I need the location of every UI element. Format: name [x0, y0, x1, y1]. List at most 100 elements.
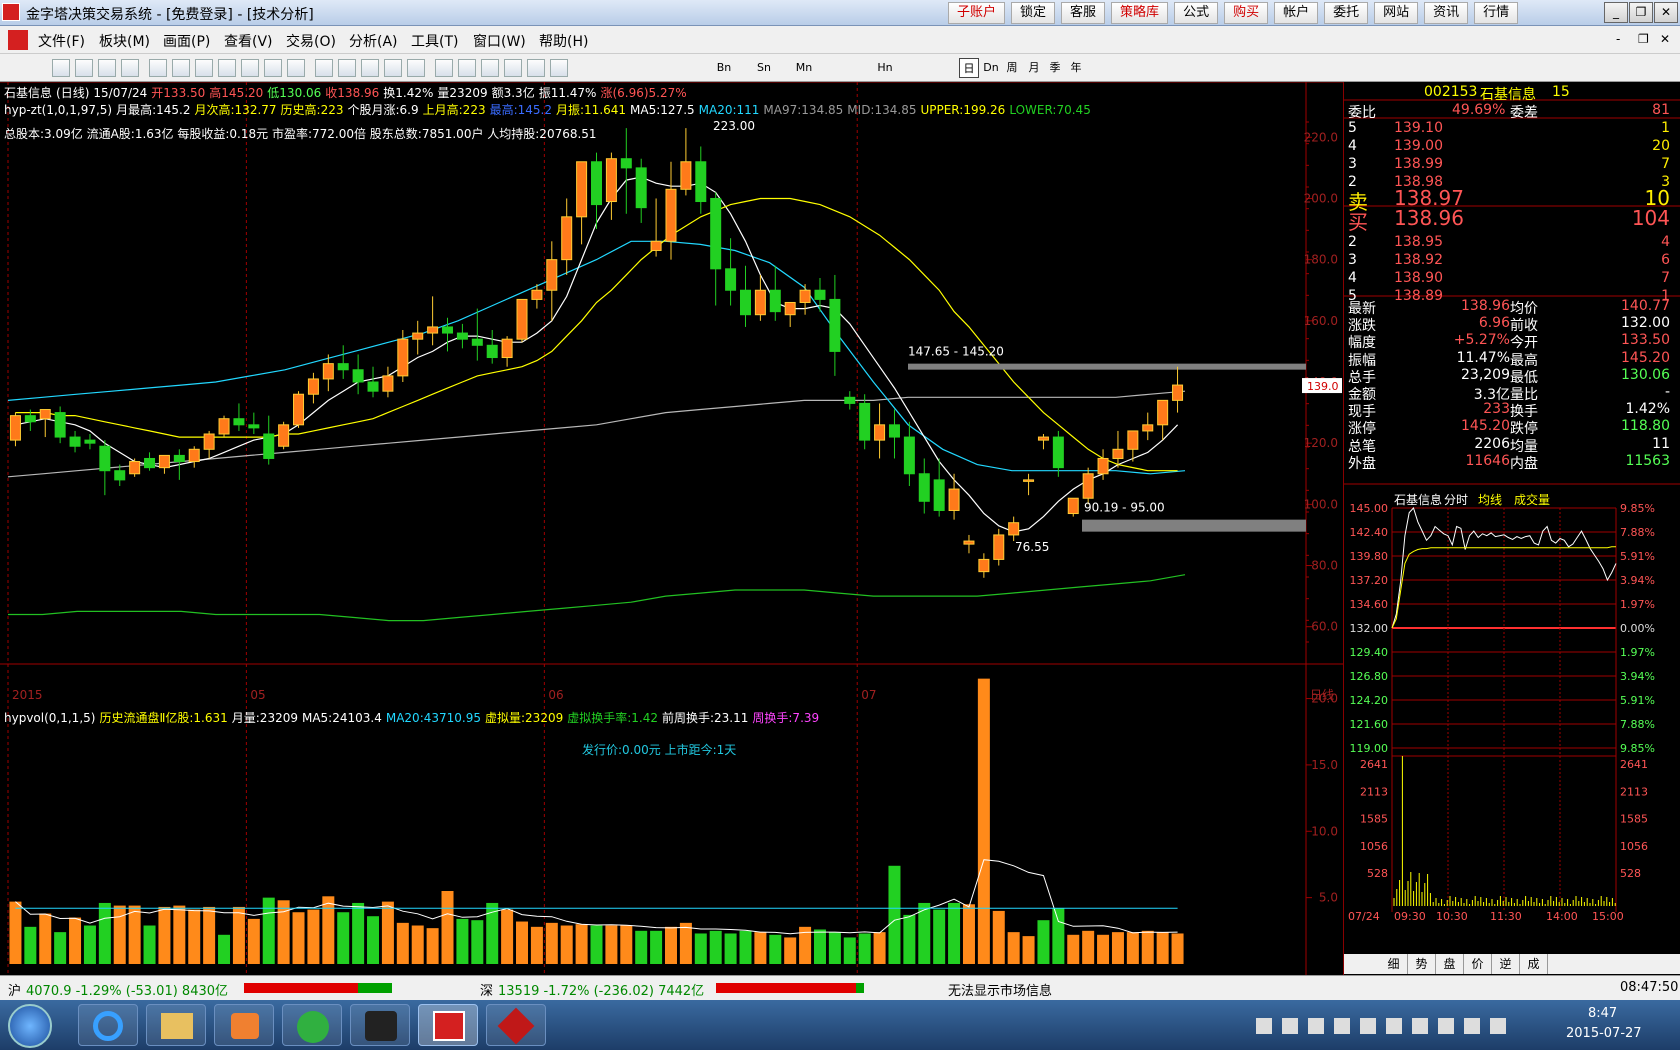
toolbar-tool-icon[interactable]: [195, 59, 213, 77]
toolbar-tool-icon[interactable]: [98, 59, 116, 77]
quote-tab-3[interactable]: 价: [1464, 954, 1492, 974]
top-button-0[interactable]: 子账户: [948, 2, 1006, 24]
sz-index-name: 深: [480, 984, 494, 999]
ask-volume: 1: [1661, 120, 1670, 136]
top-button-8[interactable]: 网站: [1374, 2, 1419, 24]
period-9[interactable]: 年: [1066, 58, 1086, 78]
tray-icon[interactable]: [1334, 1018, 1350, 1034]
taskbar-pyramid-app-icon[interactable]: [418, 1004, 478, 1046]
close-icon[interactable]: ✕: [1654, 2, 1678, 23]
intraday-price-tick: 132.00: [1350, 622, 1389, 635]
toolbar-tool-icon[interactable]: [52, 59, 70, 77]
taskbar-media-icon[interactable]: [214, 1004, 274, 1046]
toolbar-tool-icon[interactable]: [458, 59, 476, 77]
tray-icon[interactable]: [1308, 1018, 1324, 1034]
chart-area[interactable]: 60.080.0100.0120.0140.0160.0180.0200.022…: [0, 82, 1344, 975]
restore-icon[interactable]: ❐: [1629, 2, 1653, 23]
toolbar-tool-icon[interactable]: [264, 59, 282, 77]
menu-item-2[interactable]: 画面(P): [163, 31, 210, 51]
period-5[interactable]: Dn: [981, 58, 1001, 78]
top-button-3[interactable]: 策略库: [1111, 2, 1169, 24]
bid-level: 2: [1348, 234, 1357, 250]
quote-tab-2[interactable]: 盘: [1436, 954, 1464, 974]
tray-icon[interactable]: [1464, 1018, 1480, 1034]
tray-icon[interactable]: [1386, 1018, 1402, 1034]
start-button-icon[interactable]: [8, 1004, 52, 1048]
tray-icon[interactable]: [1360, 1018, 1376, 1034]
toolbar-tool-icon[interactable]: [550, 59, 568, 77]
toolbar-tool-icon[interactable]: [384, 59, 402, 77]
menu-item-5[interactable]: 分析(A): [349, 31, 398, 51]
period-7[interactable]: 月: [1024, 58, 1044, 78]
period-0[interactable]: Bn: [714, 58, 734, 78]
period-6[interactable]: 周: [1002, 58, 1022, 78]
top-button-7[interactable]: 委托: [1324, 2, 1369, 24]
toolbar-tool-icon[interactable]: [504, 59, 522, 77]
quote-tab-4[interactable]: 逆: [1492, 954, 1520, 974]
quote-tab-0[interactable]: 细: [1380, 954, 1408, 974]
period-2[interactable]: Mn: [794, 58, 814, 78]
candle-body: [456, 332, 468, 340]
candlestick-chart[interactable]: 60.080.0100.0120.0140.0160.0180.0200.022…: [0, 82, 1343, 975]
intraday-chart[interactable]: 145.00 9.85% 142.40 7.88% 139.80 5.91% 137.20 3…: [1344, 492, 1680, 922]
toolbar: Bn Sn Mn Hn 日 Dn 周月季年: [0, 54, 1680, 82]
toolbar-tool-icon[interactable]: [75, 59, 93, 77]
toolbar-tool-icon[interactable]: [149, 59, 167, 77]
minimize-icon[interactable]: _: [1604, 2, 1628, 23]
mdi-minimize-icon[interactable]: -: [1616, 32, 1620, 46]
menu-bar: - ❐ ✕ 文件(F) 板块(M) 画面(P) 查看(V) 交易(O) 分析(A) 工具(T…: [0, 26, 1680, 54]
period-1[interactable]: Sn: [754, 58, 774, 78]
taskbar-app-red-icon[interactable]: [486, 1004, 546, 1046]
menu-item-4[interactable]: 交易(O): [286, 31, 336, 51]
taskbar-kt-icon[interactable]: [350, 1004, 410, 1046]
sh-index-name: 沪: [8, 984, 22, 999]
peak-label: 223.00: [713, 119, 755, 133]
mdi-restore-icon[interactable]: ❐: [1638, 32, 1649, 46]
menu-item-1[interactable]: 板块(M): [99, 31, 150, 51]
period-4[interactable]: 日: [959, 58, 979, 78]
top-button-2[interactable]: 客服: [1061, 2, 1106, 24]
quote-tab-1[interactable]: 势: [1408, 954, 1436, 974]
toolbar-tool-icon[interactable]: [218, 59, 236, 77]
toolbar-tool-icon[interactable]: [435, 59, 453, 77]
clock-time[interactable]: 8:47: [1588, 1006, 1617, 1021]
tray-icon[interactable]: [1412, 1018, 1428, 1034]
period-3[interactable]: Hn: [875, 58, 895, 78]
toolbar-tool-icon[interactable]: [241, 59, 259, 77]
toolbar-tool-icon[interactable]: [315, 59, 333, 77]
candle-body: [933, 479, 945, 511]
top-button-5[interactable]: 购买: [1224, 2, 1269, 24]
mdi-close-icon[interactable]: ✕: [1660, 32, 1670, 46]
toolbar-tool-icon[interactable]: [361, 59, 379, 77]
info-item: 收138.96: [325, 86, 380, 100]
menu-item-0[interactable]: 文件(F): [38, 31, 85, 51]
toolbar-tool-icon[interactable]: [121, 59, 139, 77]
toolbar-tool-icon[interactable]: [172, 59, 190, 77]
tray-icon[interactable]: [1256, 1018, 1272, 1034]
menu-item-7[interactable]: 窗口(W): [473, 31, 526, 51]
taskbar-ie-icon[interactable]: [78, 1004, 138, 1046]
toolbar-tool-icon[interactable]: [527, 59, 545, 77]
top-button-9[interactable]: 资讯: [1424, 2, 1469, 24]
toolbar-tool-icon[interactable]: [481, 59, 499, 77]
volume-bar: [650, 930, 663, 964]
taskbar-explorer-icon[interactable]: [146, 1004, 206, 1046]
stat-value: 11.47%: [1456, 349, 1510, 366]
toolbar-tool-icon[interactable]: [338, 59, 356, 77]
top-button-6[interactable]: 帐户: [1274, 2, 1319, 24]
tray-icon[interactable]: [1438, 1018, 1454, 1034]
tray-icon[interactable]: [1490, 1018, 1506, 1034]
menu-item-6[interactable]: 工具(T): [411, 31, 458, 51]
menu-item-3[interactable]: 查看(V): [224, 31, 273, 51]
menu-item-8[interactable]: 帮助(H): [539, 31, 588, 51]
top-button-10[interactable]: 行情: [1474, 2, 1519, 24]
taskbar-app-green-icon[interactable]: [282, 1004, 342, 1046]
tray-icon[interactable]: [1282, 1018, 1298, 1034]
clock-date[interactable]: 2015-07-27: [1566, 1026, 1642, 1041]
period-8[interactable]: 季: [1045, 58, 1065, 78]
quote-tab-5[interactable]: 成: [1520, 954, 1548, 974]
toolbar-tool-icon[interactable]: [287, 59, 305, 77]
toolbar-tool-icon[interactable]: [407, 59, 425, 77]
top-button-1[interactable]: 锁定: [1011, 2, 1056, 24]
top-button-4[interactable]: 公式: [1174, 2, 1219, 24]
